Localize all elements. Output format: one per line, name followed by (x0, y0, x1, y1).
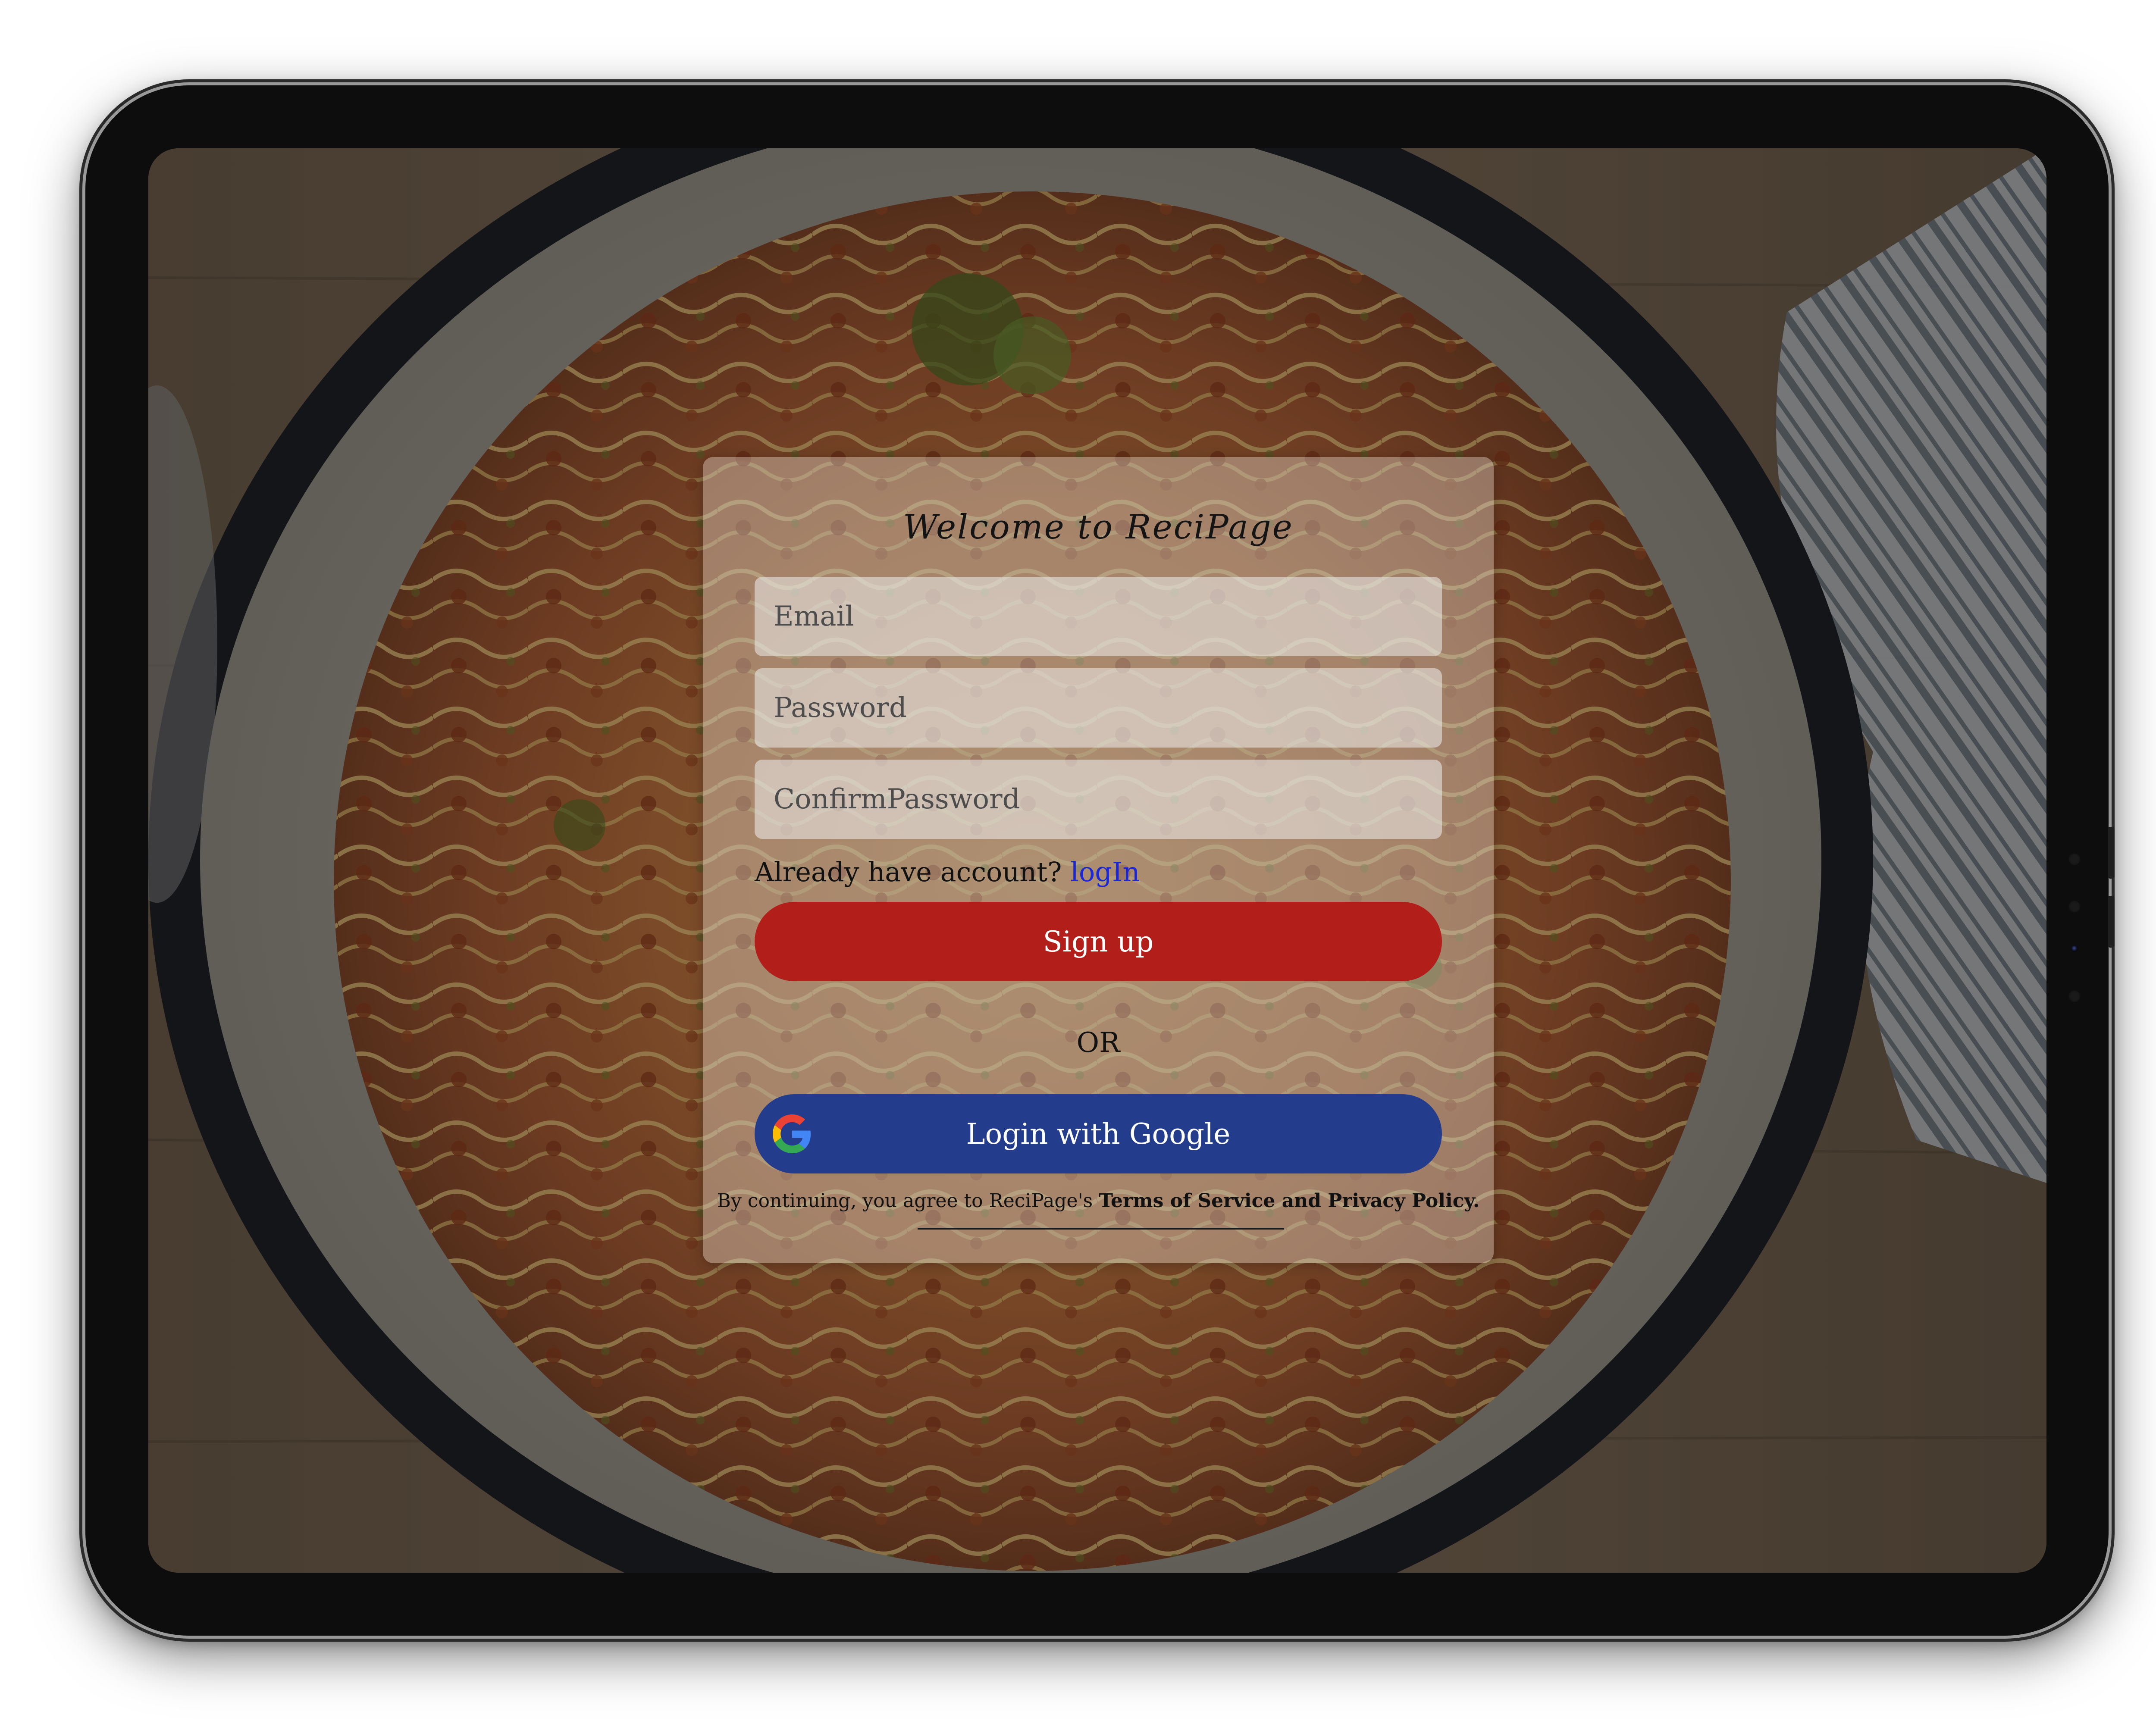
terms-notice: By continuing, you agree to ReciPage's T… (703, 1190, 1494, 1212)
signup-card: Welcome to ReciPage Already have account… (703, 457, 1494, 1263)
google-login-button[interactable]: Login with Google (755, 1094, 1442, 1173)
page-title: Welcome to ReciPage (903, 508, 1294, 547)
terms-link[interactable]: Terms of Service and Privacy Policy. (1099, 1190, 1479, 1212)
camera-icon (2064, 853, 2085, 1008)
terms-prefix: By continuing, you agree to ReciPage's (717, 1190, 1099, 1212)
email-field[interactable] (755, 577, 1442, 656)
terms-underline (918, 1228, 1284, 1230)
google-icon (773, 1114, 811, 1153)
signup-button[interactable]: Sign up (755, 902, 1442, 981)
google-button-label: Login with Google (966, 1117, 1231, 1151)
login-prompt-text: Already have account? (755, 856, 1071, 888)
login-prompt: Already have account? logIn (755, 856, 1140, 888)
screen: Welcome to ReciPage Already have account… (148, 148, 2046, 1573)
login-link[interactable]: logIn (1070, 856, 1140, 888)
volume-button (2108, 827, 2115, 879)
page: Welcome to ReciPage Already have account… (0, 0, 2156, 1721)
password-field[interactable] (755, 668, 1442, 748)
or-divider: OR (1076, 1027, 1120, 1059)
volume-button (2108, 896, 2115, 948)
confirm-password-field[interactable] (755, 760, 1442, 839)
